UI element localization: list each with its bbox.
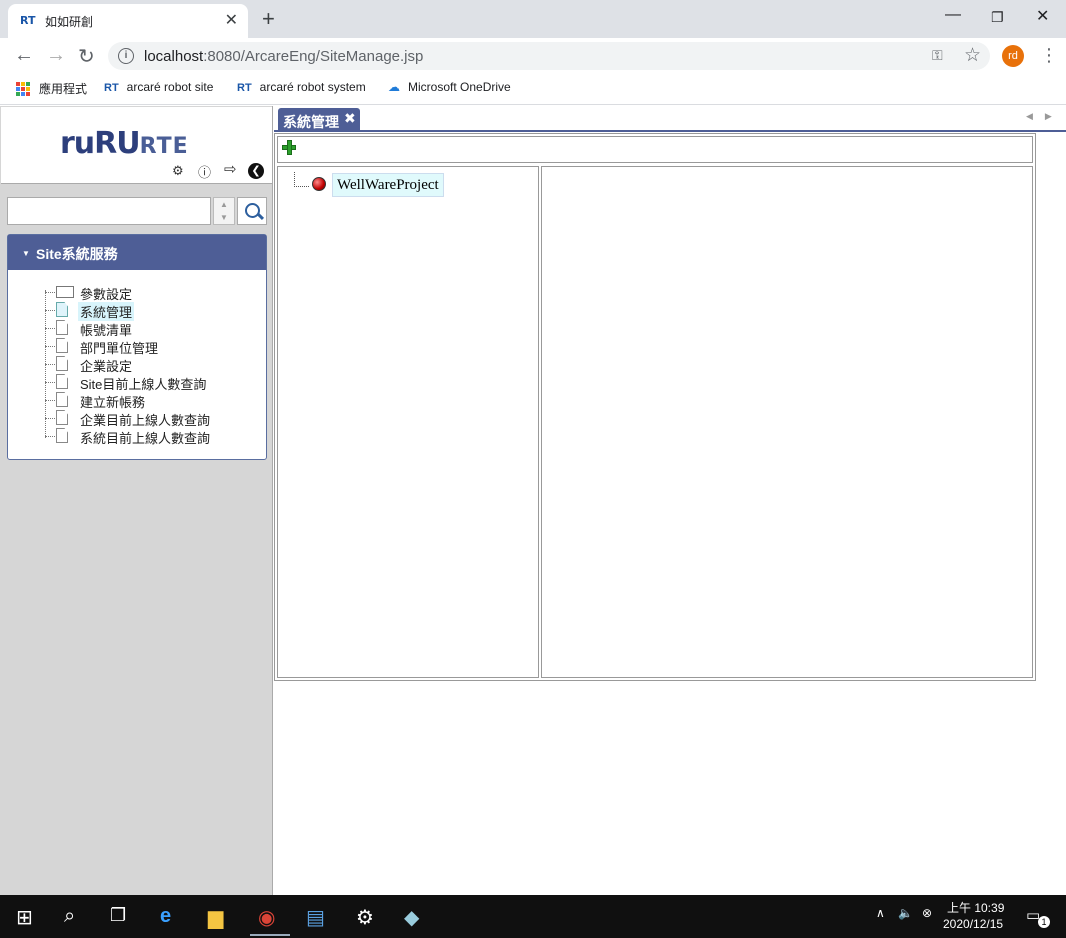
- collapse-sidebar-icon[interactable]: ❮: [248, 163, 264, 179]
- tab-scroll-arrows[interactable]: ◀▶: [1026, 111, 1064, 122]
- project-tree-pane: [277, 166, 539, 678]
- minimize-icon[interactable]: —: [945, 6, 961, 24]
- tree-root-node[interactable]: 參數設定: [45, 283, 255, 302]
- settings-gear-icon[interactable]: ⚙: [172, 163, 184, 179]
- tab-title: 如如研創: [45, 15, 94, 29]
- clock-time[interactable]: 上午 10:39: [947, 899, 1004, 916]
- app-icon[interactable]: ◆: [404, 905, 419, 930]
- tree-item[interactable]: 建立新帳務: [45, 391, 255, 410]
- search-stepper[interactable]: ▲ ▼: [213, 197, 235, 225]
- task-view-icon[interactable]: ❐: [110, 905, 126, 926]
- logout-icon[interactable]: ⇨: [224, 160, 237, 178]
- file-explorer-icon[interactable]: ▆: [208, 905, 223, 930]
- caret-down-icon: ▼: [22, 249, 30, 258]
- document-icon: [56, 338, 68, 353]
- tab-close-icon[interactable]: ✕: [225, 10, 238, 30]
- search-button[interactable]: [237, 197, 267, 225]
- address-bar[interactable]: i localhost:8080/ArcareEng/SiteManage.js…: [108, 42, 990, 70]
- bookmark-robot-site[interactable]: RT arcaré robot site: [104, 80, 213, 94]
- add-icon[interactable]: [282, 140, 298, 156]
- tab-favicon: RT: [20, 14, 36, 27]
- bookmark-apps[interactable]: 應用程式: [39, 80, 87, 97]
- search-icon[interactable]: ⌕: [64, 905, 75, 928]
- url-text: localhost:8080/ArcareEng/SiteManage.jsp: [144, 48, 424, 65]
- notification-count-badge: 1: [1038, 916, 1050, 928]
- project-status-icon: [312, 177, 326, 191]
- document-icon: [56, 428, 68, 443]
- accordion-title: Site系統服務: [36, 246, 118, 262]
- document-icon: [56, 356, 68, 371]
- document-icon: [56, 302, 68, 317]
- document-icon: [56, 410, 68, 425]
- profile-avatar[interactable]: rd: [1002, 45, 1024, 67]
- document-icon: [56, 320, 68, 335]
- network-error-icon[interactable]: ⊗: [922, 906, 932, 920]
- cloud-icon: ☁: [388, 80, 400, 94]
- bookmark-robot-system[interactable]: RT arcaré robot system: [237, 80, 366, 94]
- tree-connector: [294, 172, 309, 187]
- browser-tab[interactable]: RT 如如研創 ✕: [8, 4, 248, 38]
- info-icon[interactable]: ⓘ: [198, 162, 211, 181]
- back-icon[interactable]: ←: [14, 44, 34, 67]
- server-manager-icon[interactable]: ▤: [306, 905, 325, 930]
- tree-item[interactable]: 部門單位管理: [45, 337, 255, 356]
- star-icon[interactable]: ☆: [964, 44, 981, 67]
- new-tab-icon[interactable]: +: [262, 6, 275, 32]
- bookmark-onedrive[interactable]: ☁ Microsoft OneDrive: [388, 80, 511, 94]
- tab-label: 系統管理: [283, 114, 339, 130]
- tree-item[interactable]: Site目前上線人數查詢: [45, 373, 255, 392]
- tab-close-icon[interactable]: ✖: [344, 110, 356, 127]
- tree-item[interactable]: 帳號清單: [45, 319, 255, 338]
- stepper-down-icon[interactable]: ▼: [214, 213, 234, 222]
- reload-icon[interactable]: ↻: [78, 44, 95, 69]
- folder-icon: [56, 286, 74, 298]
- accordion-header[interactable]: ▼ Site系統服務: [8, 235, 266, 270]
- internet-explorer-icon[interactable]: e: [160, 905, 171, 928]
- stepper-up-icon[interactable]: ▲: [214, 200, 234, 209]
- window-close-icon[interactable]: ✕: [1036, 6, 1049, 26]
- chrome-icon[interactable]: ◉: [258, 905, 275, 930]
- tab-system-management[interactable]: 系統管理 ✖: [278, 108, 360, 132]
- document-icon: [56, 392, 68, 407]
- tree-item[interactable]: 系統目前上線人數查詢: [45, 427, 255, 446]
- project-node[interactable]: WellWareProject: [332, 173, 444, 197]
- active-app-indicator: [250, 934, 290, 936]
- search-input[interactable]: [7, 197, 211, 225]
- menu-icon[interactable]: ⋮: [1040, 45, 1058, 66]
- forward-icon[interactable]: →: [46, 44, 66, 67]
- content-toolbar: [277, 136, 1033, 163]
- chevron-up-icon[interactable]: ∧: [876, 906, 885, 920]
- tree-item[interactable]: 企業設定: [45, 355, 255, 374]
- clock-date[interactable]: 2020/12/15: [943, 917, 1003, 931]
- detail-pane: [541, 166, 1033, 678]
- apps-grid-icon[interactable]: [16, 82, 30, 96]
- key-icon[interactable]: ⚿: [932, 47, 943, 64]
- restore-icon[interactable]: ❐: [991, 9, 1004, 26]
- document-icon: [56, 374, 68, 389]
- windows-start-icon[interactable]: ⊞: [16, 905, 33, 930]
- volume-muted-icon[interactable]: 🔈: [898, 906, 913, 920]
- site-info-icon[interactable]: i: [118, 48, 134, 64]
- tree-item[interactable]: 系統管理: [45, 301, 255, 321]
- tree-item[interactable]: 企業目前上線人數查詢: [45, 409, 255, 428]
- settings-gear-icon[interactable]: ⚙: [356, 905, 374, 930]
- main-tab-bar: [274, 106, 1066, 132]
- app-logo: ruRURTE: [60, 126, 189, 161]
